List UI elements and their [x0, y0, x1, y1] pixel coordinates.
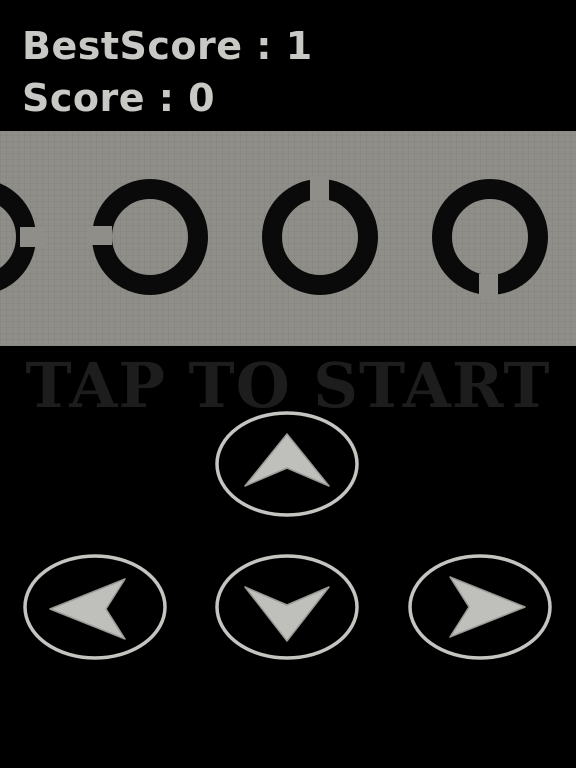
landolt-rings: [0, 177, 548, 298]
game-screen[interactable]: BestScore : 1 Score : 0 TAP TO START: [0, 0, 576, 768]
best-score: BestScore : 1: [22, 24, 313, 68]
best-score-value: 1: [285, 24, 313, 68]
current-score: Score : 0: [22, 76, 215, 120]
landolt-ring-up-gap: [262, 177, 378, 295]
landolt-ring-right-gap: [0, 183, 44, 291]
landolt-ring-down-gap: [432, 179, 548, 298]
eye-chart-band: [0, 131, 576, 346]
down-button[interactable]: [214, 553, 360, 661]
up-button[interactable]: [214, 410, 360, 518]
score-value: 0: [188, 76, 216, 120]
left-button[interactable]: [22, 553, 168, 661]
score-label: Score :: [22, 76, 189, 120]
best-score-label: BestScore :: [22, 24, 286, 68]
landolt-ring-left-gap: [88, 179, 208, 295]
right-button[interactable]: [407, 553, 553, 661]
